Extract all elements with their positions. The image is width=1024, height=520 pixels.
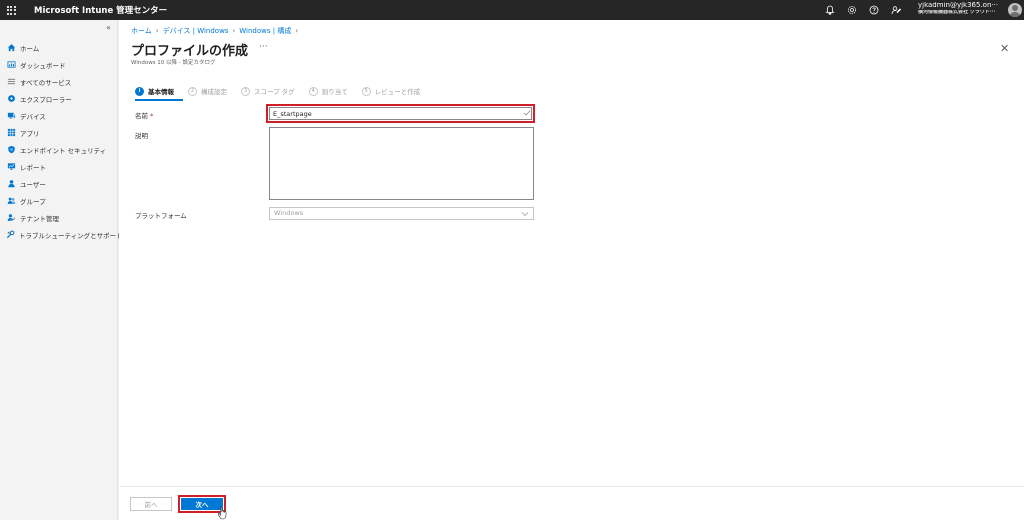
step-config-settings[interactable]: 2 構成設定 [188,86,227,96]
description-label: 説明 [135,132,148,140]
collapse-sidebar-button[interactable]: « [106,23,111,32]
apps-icon [6,128,16,138]
bell-icon[interactable] [824,4,836,16]
platform-label: プラットフォーム [135,212,187,220]
step-scope-tags[interactable]: 3 スコープ タグ [241,86,295,96]
name-label: 名前 * [135,110,153,120]
sidebar-item-label: ホーム [20,44,40,53]
sidebar-item-label: レポート [20,163,46,172]
sidebar-item-label: ダッシュボード [20,61,66,70]
chevron-down-icon [521,212,529,217]
sidebar-item-home[interactable]: ホーム [0,39,118,56]
more-options-button[interactable]: ··· [259,42,268,52]
step-label: レビューと作成 [374,88,421,96]
step-number: i [135,86,144,96]
app-launcher-icon[interactable] [0,0,22,20]
sidebar-item-devices[interactable]: デバイス [0,107,118,124]
step-number: 2 [188,86,197,96]
app-title[interactable]: Microsoft Intune 管理センター [34,4,167,16]
step-number: 3 [241,86,250,96]
explorer-icon [6,94,16,104]
user-name: yjkadmin@yjk365.on··· [918,2,999,9]
previous-button[interactable]: 前へ [130,497,172,511]
step-basics[interactable]: i 基本情報 [135,86,174,96]
check-icon [523,110,531,116]
user-org: 横河情報機器株式会社 クラウド··· [918,9,996,15]
top-icons [824,0,902,20]
sidebar-item-label: エクスプローラー [20,95,72,104]
name-input[interactable] [269,107,532,120]
users-icon [6,179,16,189]
description-textarea[interactable] [269,127,534,200]
devices-icon [6,111,16,121]
reports-icon [6,162,16,172]
gear-icon[interactable] [846,4,858,16]
troubleshoot-icon [6,230,15,240]
page-subtitle: Windows 10 以降 - 設定カタログ [131,60,216,66]
sidebar-item-tenant-admin[interactable]: テナント管理 [0,209,118,226]
step-label: 構成設定 [201,88,227,96]
sidebar-item-label: エンドポイント セキュリティ [20,146,107,155]
hand-cursor-icon [217,506,227,520]
groups-icon [6,196,16,206]
sidebar-item-label: トラブルシューティングとサポート [19,231,123,240]
close-button[interactable]: ✕ [1000,42,1009,55]
sidebar: « ホーム ダッシュボード すべてのサービス エクスプローラー デバイス アプリ [0,20,123,520]
chevron-right-icon: › [295,27,299,35]
sidebar-item-groups[interactable]: グループ [0,192,118,209]
sidebar-item-label: すべてのサービス [20,78,72,87]
chevron-right-icon: › [155,27,159,35]
sidebar-item-label: グループ [20,197,46,206]
sidebar-item-label: テナント管理 [20,214,59,223]
step-number: 4 [308,86,318,96]
sidebar-item-dashboard[interactable]: ダッシュボード [0,56,118,73]
all-services-icon [6,77,16,87]
dashboard-icon [6,60,16,70]
sidebar-item-reports[interactable]: レポート [0,158,118,175]
step-label: スコープ タグ [254,88,295,96]
step-review-create[interactable]: 5 レビューと作成 [361,86,421,96]
sidebar-item-users[interactable]: ユーザー [0,175,118,192]
step-number: 5 [361,86,371,96]
step-label: 基本情報 [148,88,174,96]
sidebar-item-apps[interactable]: アプリ [0,124,118,141]
tenant-admin-icon [6,213,16,223]
endpoint-security-icon [6,145,16,155]
sidebar-item-explorer[interactable]: エクスプローラー [0,90,118,107]
main-pane: ホーム › デバイス | Windows › Windows | 構成 › プロ… [119,20,1024,520]
chevron-right-icon: › [232,27,236,35]
sidebar-item-endpoint-security[interactable]: エンドポイント セキュリティ [0,141,118,158]
step-label: 割り当て [321,88,348,96]
home-icon [6,43,16,53]
avatar[interactable] [1008,3,1022,17]
sidebar-item-label: デバイス [20,112,46,121]
account-info[interactable]: yjkadmin@yjk365.on··· 横河情報機器株式会社 クラウド··· [918,2,1004,15]
sidebar-item-label: ユーザー [20,180,46,189]
breadcrumb: ホーム › デバイス | Windows › Windows | 構成 › [131,26,298,36]
wizard-steps: i 基本情報 2 構成設定 3 スコープ タグ 4 割り当て 5 レビューと作成 [135,86,434,96]
sidebar-item-label: アプリ [20,129,40,138]
top-bar: Microsoft Intune 管理センター yjkadmin@yjk365.… [0,0,1024,20]
breadcrumb-devices-windows[interactable]: デバイス | Windows [163,26,229,36]
sidebar-item-troubleshoot[interactable]: トラブルシューティングとサポート [0,226,123,243]
step-assignments[interactable]: 4 割り当て [308,86,348,96]
platform-dropdown[interactable]: Windows [269,207,534,220]
feedback-icon[interactable] [890,4,902,16]
breadcrumb-windows-config[interactable]: Windows | 構成 [239,26,291,36]
active-step-indicator [135,99,183,101]
breadcrumb-home[interactable]: ホーム [131,26,152,36]
name-label-text: 名前 [135,112,148,120]
page-title: プロファイルの作成 [131,44,249,59]
required-mark: * [150,112,154,120]
sidebar-nav: ホーム ダッシュボード すべてのサービス エクスプローラー デバイス アプリ エ… [0,39,123,243]
help-icon[interactable] [868,4,880,16]
footer-divider [119,486,1024,487]
sidebar-item-all-services[interactable]: すべてのサービス [0,73,118,90]
